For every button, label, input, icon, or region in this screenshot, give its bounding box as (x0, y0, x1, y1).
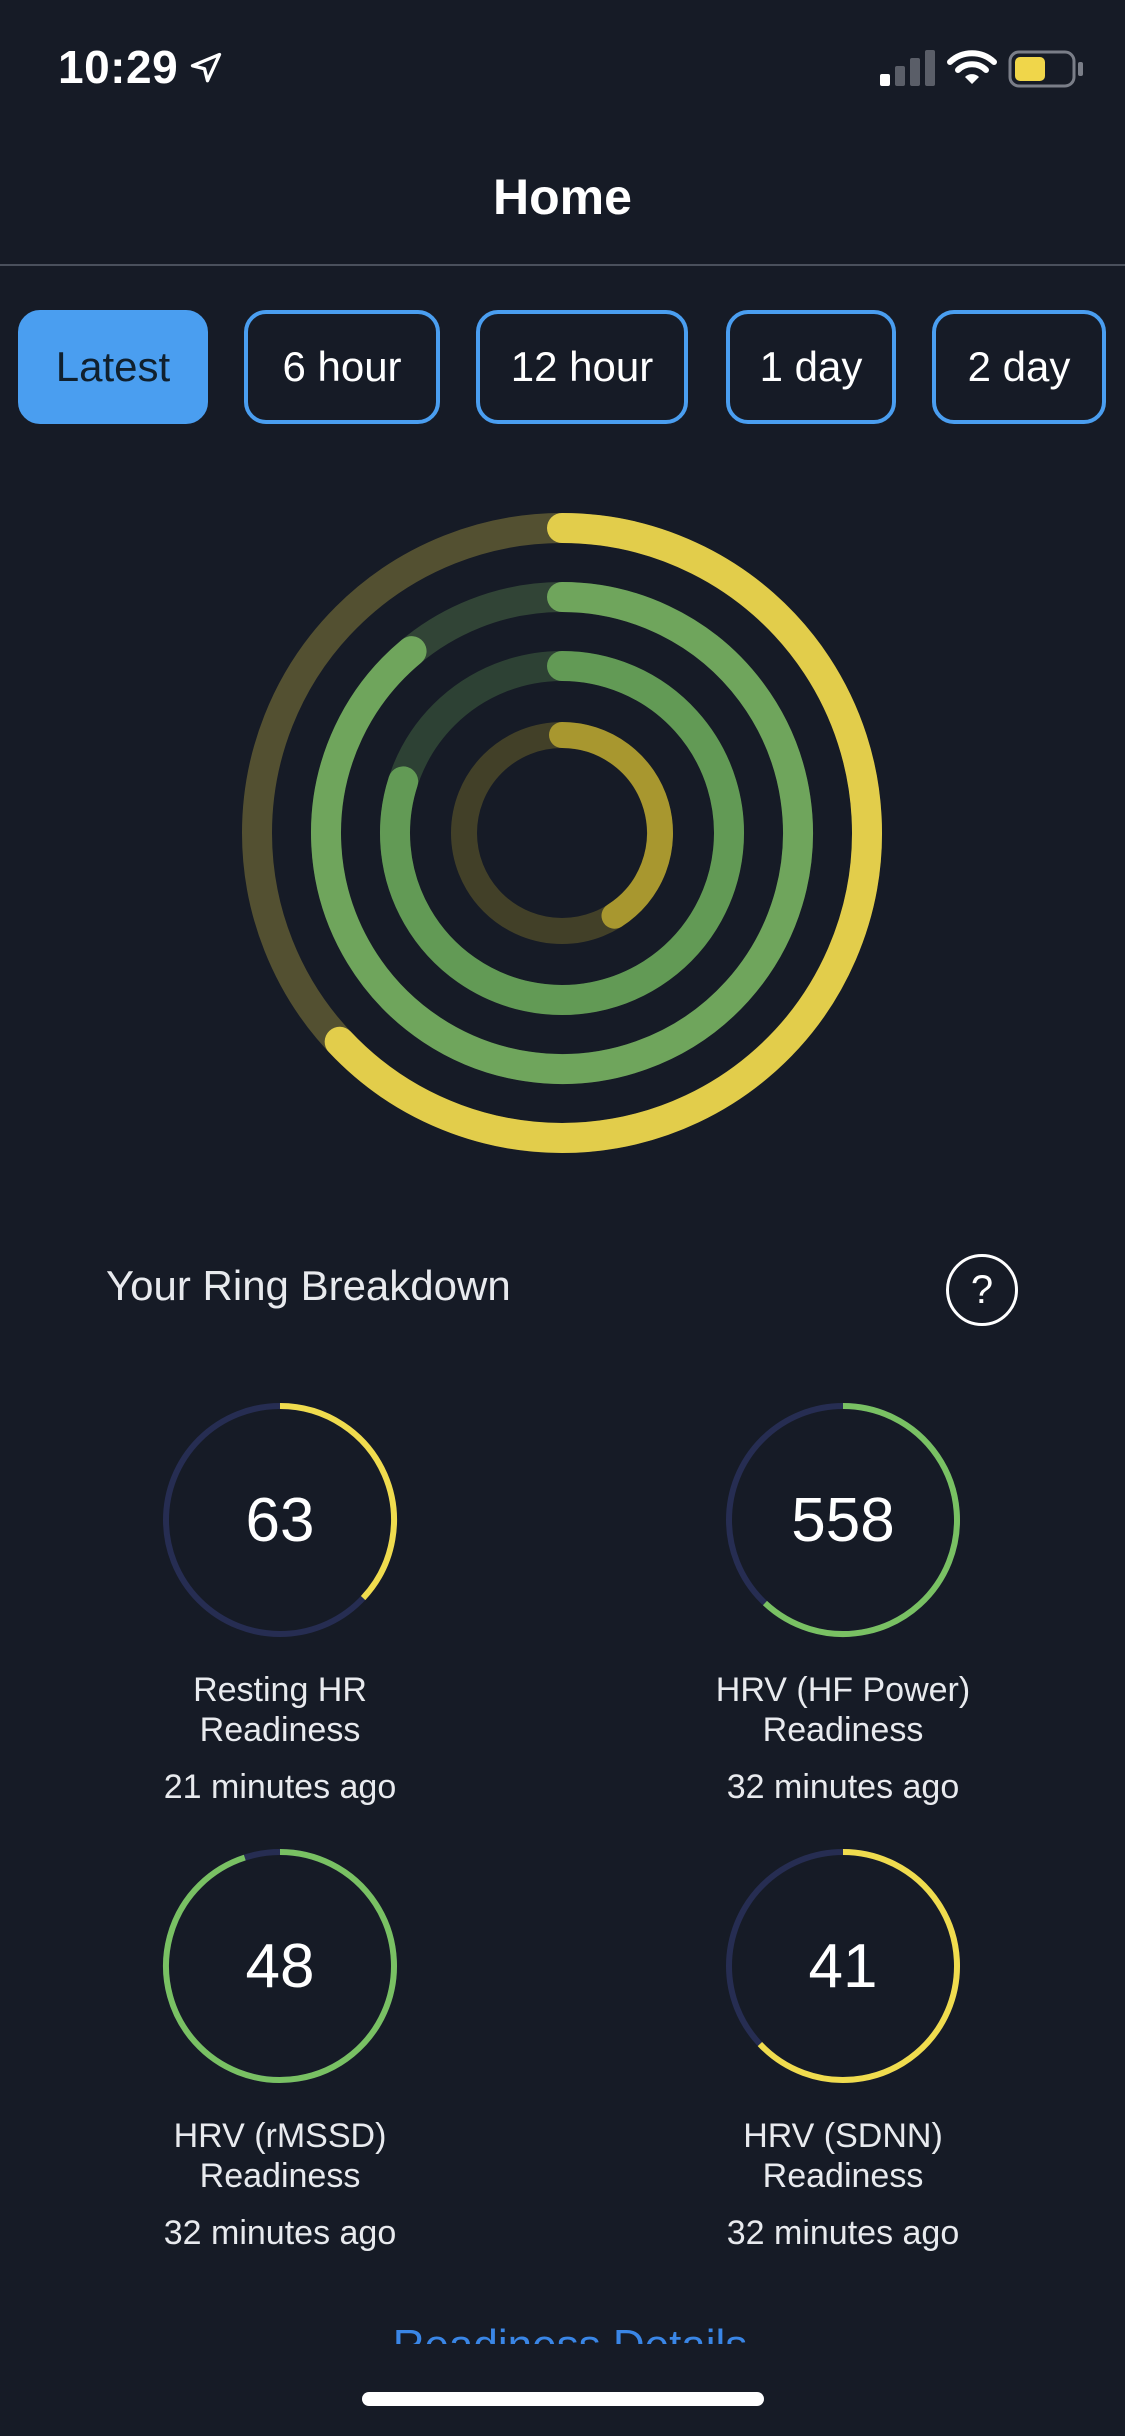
metric-label: Resting HR Readiness (100, 1670, 460, 1750)
metric-value: 558 (791, 1485, 895, 1555)
metric-label-line1: HRV (SDNN) (743, 2117, 943, 2155)
metric-timestamp: 32 minutes ago (163, 2214, 397, 2252)
readiness-rings-chart (242, 513, 882, 1153)
metric-label-line1: HRV (HF Power) (715, 1671, 971, 1709)
cellular-signal-icon (880, 50, 935, 86)
home-indicator[interactable] (362, 2392, 764, 2406)
metric-label-line2: Readiness (199, 1711, 361, 1749)
help-button[interactable]: ? (946, 1254, 1018, 1326)
question-icon: ? (970, 1267, 994, 1312)
metric-value: 63 (245, 1485, 315, 1555)
metric-timestamp: 21 minutes ago (163, 1768, 397, 1806)
tab-label: 1 day (759, 343, 863, 390)
metric-timestamp: 32 minutes ago (726, 2214, 960, 2252)
metric-label-line2: Readiness (199, 2157, 361, 2195)
location-arrow-icon (190, 52, 222, 83)
page-title: Home (493, 169, 632, 225)
metric-label-line1: Resting HR (193, 1671, 367, 1709)
tab-label: 12 hour (510, 343, 654, 390)
status-time: 10:29 (58, 41, 179, 93)
metric-value: 41 (808, 1931, 878, 2001)
section-title: Your Ring Breakdown (106, 1262, 511, 1309)
metric-ring: 48 (160, 1846, 400, 2086)
time-range-tabs: Latest 6 hour 12 hour 1 day 2 day (0, 310, 1125, 430)
tab-2-day[interactable]: 2 day (932, 310, 1106, 424)
tab-12-hour[interactable]: 12 hour (476, 310, 688, 424)
metric-hrv-hf-power[interactable]: 558 HRV (HF Power) Readiness 32 minutes … (663, 1400, 1023, 1807)
wifi-icon (947, 50, 997, 84)
status-bar: 10:29 (0, 0, 1125, 130)
ring-progress-4 (549, 722, 673, 929)
metric-label: HRV (rMSSD) Readiness (100, 2116, 460, 2196)
metric-timestamp: 32 minutes ago (726, 1768, 960, 1806)
metric-hrv-rmssd[interactable]: 48 HRV (rMSSD) Readiness 32 minutes ago (100, 1846, 460, 2253)
tab-latest[interactable]: Latest (18, 310, 208, 424)
metric-ring: 558 (723, 1400, 963, 1640)
metric-resting-hr[interactable]: 63 Resting HR Readiness 21 minutes ago (100, 1400, 460, 1807)
metric-ring: 63 (160, 1400, 400, 1640)
link-label: Readiness Details (360, 2318, 780, 2344)
metric-value: 48 (245, 1931, 315, 2001)
metric-label: HRV (SDNN) Readiness (663, 2116, 1023, 2196)
metric-label: HRV (HF Power) Readiness (663, 1670, 1023, 1750)
tab-label: 2 day (967, 343, 1071, 390)
metric-label-line2: Readiness (762, 1711, 924, 1749)
tab-label: Latest (55, 343, 171, 390)
tab-6-hour[interactable]: 6 hour (244, 310, 440, 424)
metric-ring: 41 (723, 1846, 963, 2086)
readiness-details-link[interactable]: Readiness Details (360, 2318, 780, 2344)
metric-label-line2: Readiness (762, 2157, 924, 2195)
battery-icon (1008, 50, 1083, 88)
header-divider (0, 264, 1125, 266)
metric-hrv-sdnn[interactable]: 41 HRV (SDNN) Readiness 32 minutes ago (663, 1846, 1023, 2253)
tab-label: 6 hour (282, 343, 402, 390)
tab-1-day[interactable]: 1 day (726, 310, 896, 424)
metric-label-line1: HRV (rMSSD) (173, 2117, 387, 2155)
